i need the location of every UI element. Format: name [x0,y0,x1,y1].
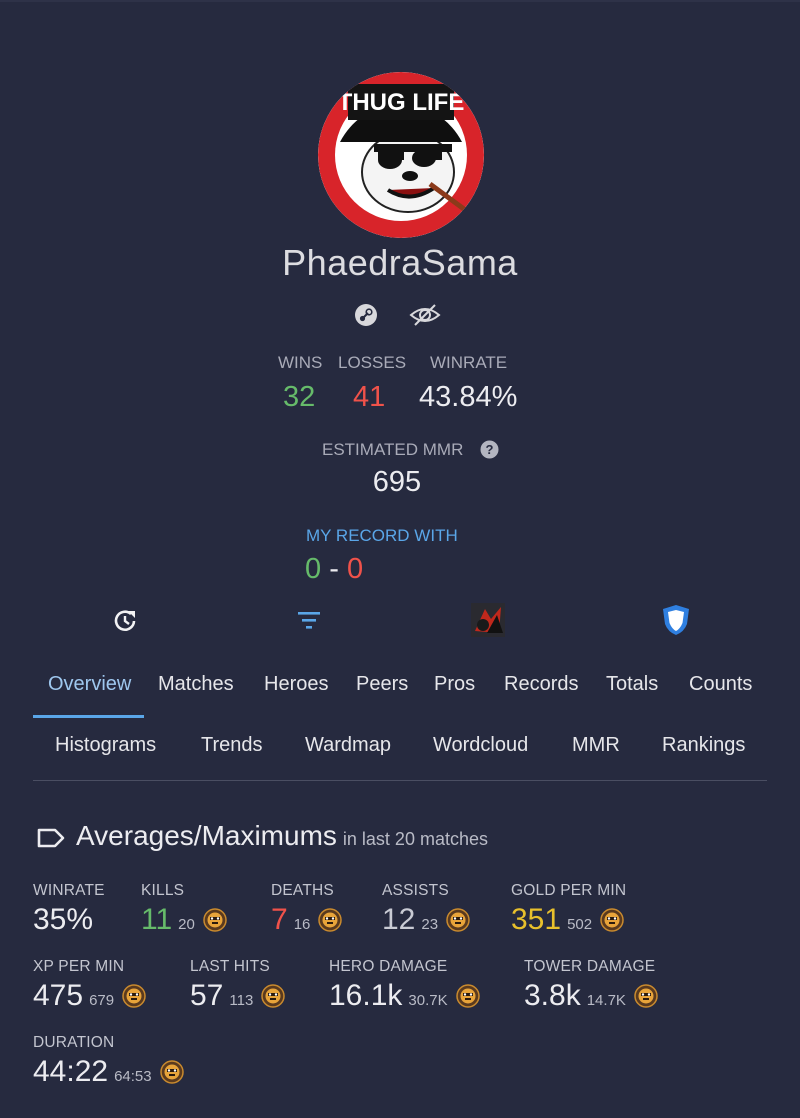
duration-avg: 44:22 [33,1055,109,1088]
wins-label: WINS [278,353,323,372]
my-record-wins: 0 [305,553,322,585]
tower-damage-label: TOWER DAMAGE [524,958,656,975]
tag-icon [36,826,66,850]
gpm-avg: 351 [511,903,562,936]
assists-max: 23 [421,916,439,933]
section-title: Averages/Maximums in last 20 matches [76,820,488,852]
tab-peers[interactable]: Peers [356,673,408,696]
winrate-avg-label: WINRATE [33,882,105,899]
xpm-label: XP PER MIN [33,958,125,975]
winrate-value: 43.84% [419,381,518,413]
last-hits-avg: 57 [190,979,224,1012]
tab-records[interactable]: Records [504,673,578,696]
xpm-max: 679 [89,992,115,1009]
assists-avg: 12 [382,903,416,936]
hero-medal-icon[interactable] [122,982,146,1008]
hero-medal-icon[interactable] [203,906,227,932]
winrate-label: WINRATE [430,353,508,372]
tab-rankings[interactable]: Rankings [662,734,745,757]
wins-value: 32 [283,381,316,413]
kills-label: KILLS [141,882,185,899]
section-title-text: Averages/Maximums [76,820,337,851]
tab-heroes[interactable]: Heroes [264,673,328,696]
hero-medal-icon[interactable] [455,982,480,1008]
top-border [0,0,800,2]
kills-avg: 11 [141,903,173,936]
tab-mmr[interactable]: MMR [572,734,620,757]
hero-damage-max: 30.7K [408,992,448,1009]
tab-wordcloud[interactable]: Wordcloud [433,734,528,757]
tab-pros[interactable]: Pros [434,673,475,696]
gpm-max: 502 [567,916,593,933]
deaths-avg: 7 [271,903,288,936]
xpm-stat: 475 679 [33,979,146,1013]
gpm-label: GOLD PER MIN [511,882,627,899]
deaths-label: DEATHS [271,882,334,899]
tab-matches[interactable]: Matches [158,673,234,696]
hero-medal-icon[interactable] [261,982,286,1008]
tab-totals[interactable]: Totals [606,673,658,696]
section-subtitle: in last 20 matches [342,829,488,849]
tower-damage-avg: 3.8k [524,979,581,1012]
hero-damage-avg: 16.1k [329,979,403,1012]
hero-medal-icon[interactable] [600,906,624,932]
hero-medal-icon[interactable] [446,906,470,932]
player-name: PhaedraSama [282,242,518,283]
my-record-losses: 0 [346,553,364,585]
deaths-max: 16 [293,916,311,933]
tab-trends[interactable]: Trends [201,734,263,757]
assists-label: ASSISTS [382,882,449,899]
help-icon[interactable]: ? [480,440,499,459]
kills-max: 20 [178,916,195,933]
winrate-avg-value: 35% [33,903,94,936]
tower-damage-max: 14.7K [586,992,626,1009]
player-avatar: THUG LIFE [318,72,484,238]
duration-max: 64:53 [114,1068,152,1085]
duration-label: DURATION [33,1034,115,1051]
dota-hero-icon[interactable] [471,603,505,637]
xpm-avg: 475 [33,979,84,1012]
steam-icon[interactable] [354,303,378,327]
my-record-label[interactable]: MY RECORD WITH [306,526,458,546]
hero-medal-icon[interactable] [318,906,343,932]
last-hits-label: LAST HITS [190,958,270,975]
tab-wardmap[interactable]: Wardmap [305,734,391,757]
my-record-value: 0 - 0 [305,553,363,586]
hero-medal-icon[interactable] [159,1058,184,1084]
my-record-separator: - [329,553,339,585]
duration-stat: 44:22 64:53 [33,1055,184,1089]
tab-histograms[interactable]: Histograms [55,734,156,757]
last-hits-max: 113 [229,992,254,1009]
last-hits-stat: 57 113 [190,979,286,1013]
hero-damage-stat: 16.1k 30.7K [329,979,480,1013]
assists-stat: 12 23 [382,903,470,937]
hidden-eye-icon[interactable] [409,303,441,327]
avatar-text: THUG LIFE [338,89,465,116]
shield-icon[interactable] [662,604,690,636]
deaths-stat: 7 16 [271,903,343,937]
losses-label: LOSSES [338,353,407,372]
gpm-stat: 351 502 [511,903,624,937]
hero-medal-icon[interactable] [634,982,658,1008]
section-divider [33,780,767,781]
hero-damage-label: HERO DAMAGE [329,958,448,975]
recent-history-icon[interactable] [111,607,139,635]
filter-icon[interactable] [297,608,321,632]
losses-value: 41 [353,381,386,413]
active-tab-indicator [33,715,144,718]
tab-overview[interactable]: Overview [48,673,131,696]
mmr-value: 695 [372,466,422,498]
svg-text:?: ? [486,442,494,457]
tab-counts[interactable]: Counts [689,673,752,696]
tower-damage-stat: 3.8k 14.7K [524,979,658,1013]
mmr-label: ESTIMATED MMR [322,440,464,459]
kills-stat: 11 20 [141,903,227,937]
